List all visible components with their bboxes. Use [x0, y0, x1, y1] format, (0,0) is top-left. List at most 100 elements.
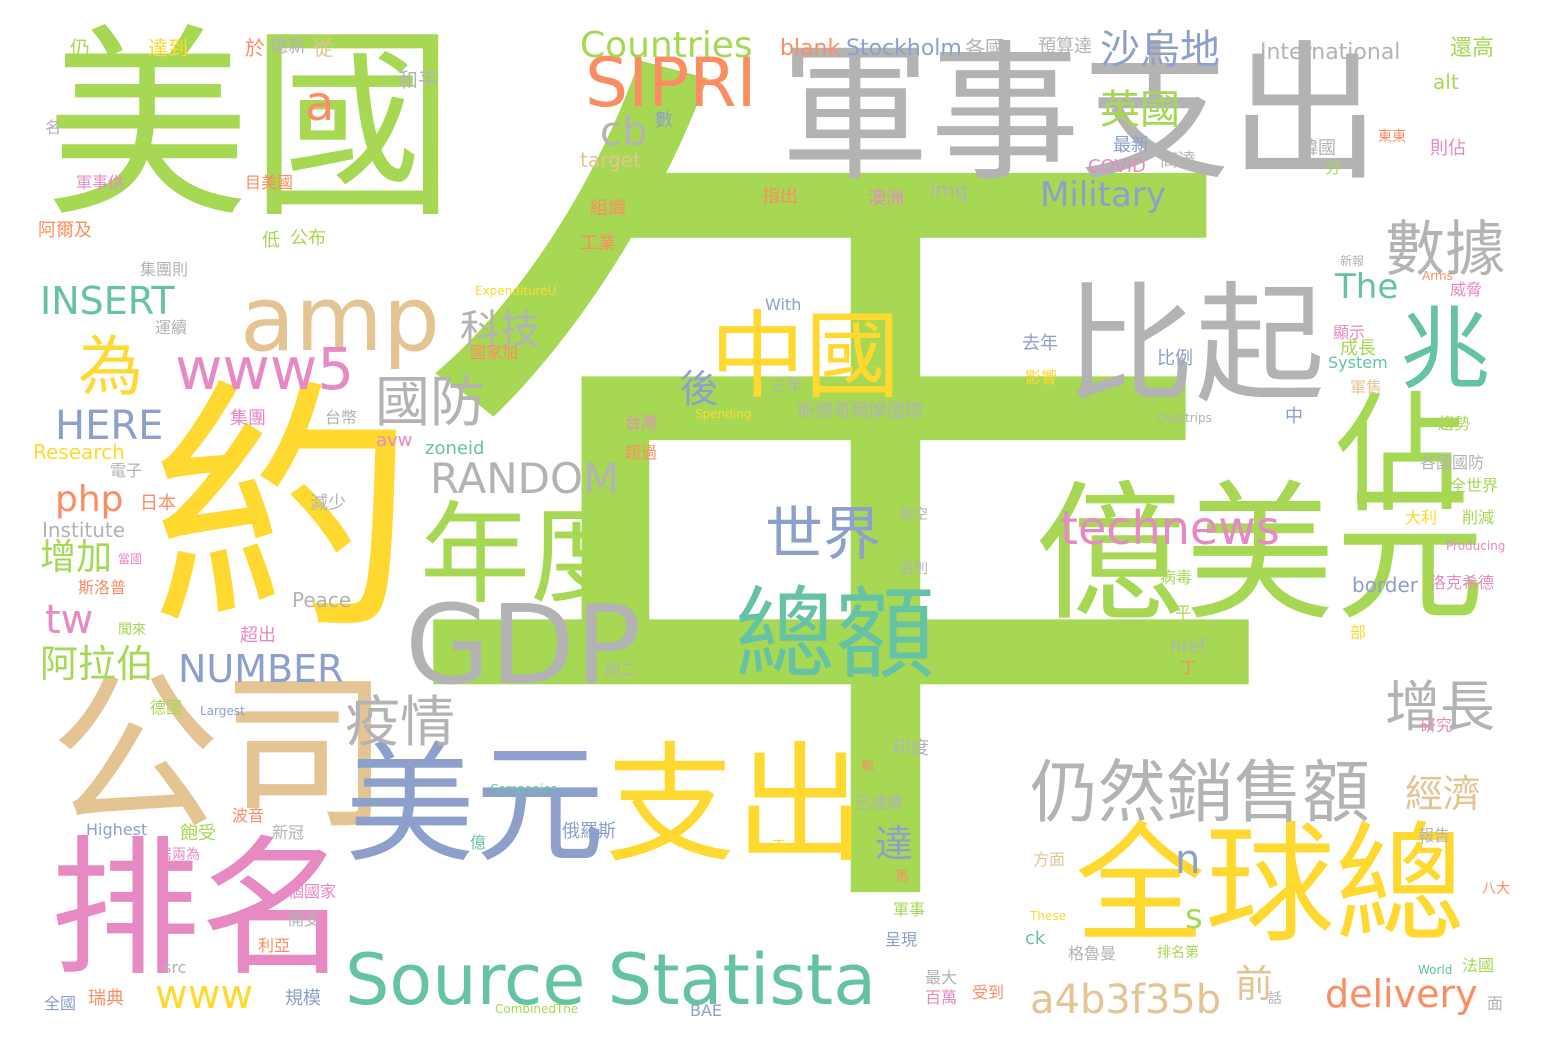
- word-cloud-term: 則佔: [1430, 138, 1466, 159]
- word-cloud-term: 預算達: [1038, 36, 1092, 57]
- word-cloud-term: 印度: [893, 738, 929, 759]
- word-cloud-term: These: [1030, 909, 1066, 923]
- word-cloud-term: NUMBER: [178, 647, 344, 691]
- word-cloud-term: Producing: [1446, 539, 1506, 553]
- word-cloud-term: Peace: [292, 588, 352, 612]
- word-cloud-term: 電子: [110, 461, 143, 480]
- word-cloud-term: 總額: [735, 576, 935, 693]
- word-cloud-term: 削減: [1462, 508, 1495, 527]
- word-cloud-term: 於: [245, 36, 265, 60]
- word-cloud-term: ck: [1025, 928, 1046, 949]
- word-cloud-term: Arms: [1422, 269, 1453, 283]
- word-cloud-term: 新冠: [272, 823, 305, 842]
- word-cloud-term: 集團: [230, 408, 266, 429]
- word-cloud-term: 丁: [1180, 658, 1197, 677]
- word-cloud-term: 各國國防: [1420, 453, 1485, 472]
- word-cloud-term: www5: [175, 335, 355, 403]
- word-cloud-term: 馬: [895, 869, 909, 885]
- word-cloud-term: 從: [313, 36, 333, 60]
- word-cloud-term: 還高: [1450, 36, 1495, 61]
- word-cloud-term: 阿爾及: [38, 220, 92, 241]
- word-cloud-term: border: [1352, 573, 1419, 597]
- word-cloud-term: www: [155, 972, 254, 1018]
- word-cloud-term: 全國: [44, 994, 77, 1013]
- word-cloud-term: 飽受: [180, 823, 216, 844]
- word-cloud-term: 東東: [1378, 129, 1406, 145]
- word-cloud-term: 去年: [1022, 333, 1058, 354]
- word-cloud-term: 航空: [900, 507, 928, 523]
- word-cloud-term: 國防: [375, 370, 486, 434]
- word-cloud-term: 瑞典: [88, 988, 124, 1009]
- word-cloud-term: 集團則: [140, 260, 189, 279]
- word-cloud-term: RANDOM: [430, 454, 620, 503]
- word-cloud-term: Highest: [86, 820, 148, 839]
- word-cloud-term: 三年: [770, 376, 803, 395]
- word-cloud-term: Spending: [695, 407, 752, 421]
- word-cloud-term: 軍事: [893, 900, 926, 919]
- word-cloud-term: 最大: [925, 968, 958, 987]
- word-cloud-term: 大利: [1405, 508, 1438, 527]
- word-cloud-term: 研究: [1420, 716, 1453, 735]
- word-cloud-term: 比起: [1065, 269, 1326, 421]
- word-cloud-term: BAE: [690, 1001, 723, 1020]
- word-cloud-term: 減少: [310, 493, 346, 514]
- word-cloud-term: 部: [1350, 623, 1367, 642]
- word-cloud-term: 澳洲: [868, 188, 904, 209]
- word-cloud-term: avw: [376, 430, 413, 451]
- word-cloud-term: 威脅: [1450, 280, 1483, 299]
- word-cloud-term: 億新: [270, 36, 306, 57]
- word-cloud-term: 波音: [232, 806, 265, 825]
- word-cloud-term: 高達: [1160, 150, 1196, 171]
- word-cloud-term: 格魯曼: [1068, 944, 1117, 963]
- word-cloud-term: target: [580, 148, 641, 172]
- word-cloud-term: 韓國: [1300, 138, 1336, 159]
- word-cloud-term: 呈現: [885, 930, 918, 949]
- word-cloud-term: 受到: [972, 983, 1005, 1002]
- word-cloud-term: 軍售: [1350, 378, 1383, 397]
- word-cloud-term: 目美國: [245, 173, 294, 192]
- word-cloud-term: 趨勢: [1438, 414, 1471, 433]
- word-cloud-term: With: [765, 295, 802, 314]
- word-cloud-term: INSERT: [40, 279, 175, 323]
- word-cloud-term: img: [930, 178, 968, 202]
- word-cloud-term: 居兩為: [158, 847, 200, 863]
- word-cloud-term: 面: [1487, 994, 1504, 1013]
- word-cloud-term: Institute: [42, 518, 126, 542]
- word-cloud-term: 分: [1325, 158, 1342, 177]
- word-cloud-term: 數: [655, 110, 673, 131]
- word-cloud-term: 中國: [710, 302, 901, 412]
- word-cloud-term: 阿拉伯: [40, 642, 155, 686]
- word-cloud-term: Research: [33, 440, 125, 464]
- word-cloud-term: 世界: [765, 500, 882, 568]
- word-cloud-term: 平: [1175, 603, 1192, 622]
- word-cloud-term: blank: [780, 36, 841, 61]
- word-cloud-term: s: [1185, 897, 1203, 937]
- word-cloud-term: 話: [1268, 991, 1282, 1007]
- word-cloud-term: 各國: [965, 36, 1005, 60]
- word-cloud-term: 比例: [1157, 348, 1193, 369]
- word-cloud-term: 沙烏地: [1100, 27, 1220, 73]
- word-cloud-term: 個國家: [288, 882, 337, 901]
- word-cloud-term: 達: [875, 822, 914, 866]
- word-cloud-term: 公布: [290, 228, 326, 249]
- word-cloud-term: 名: [45, 118, 62, 137]
- word-cloud-term: 報告: [1418, 826, 1451, 845]
- word-cloud-term: 億: [470, 833, 487, 852]
- word-cloud-term: Companies: [490, 782, 557, 796]
- word-cloud-term: 方面: [1033, 850, 1066, 869]
- word-cloud-term: 工業: [580, 233, 616, 254]
- word-cloud-term: 全世界: [1450, 476, 1499, 495]
- word-cloud-term: 仍然銷售額: [1030, 754, 1371, 833]
- word-cloud-term: 後: [680, 367, 719, 411]
- word-cloud-term: 低: [262, 230, 280, 251]
- word-cloud-term: CombinedThe: [495, 1002, 579, 1016]
- word-cloud-term: php: [55, 479, 124, 520]
- word-cloud-term: Stockholm: [846, 36, 962, 61]
- word-cloud-term: n: [1175, 837, 1201, 883]
- word-cloud-term: 軍事供: [76, 173, 125, 192]
- word-cloud-term: 干: [772, 839, 786, 855]
- word-cloud-term: 名則: [900, 561, 928, 577]
- word-cloud-term: 斯德哥爾摩國際: [797, 401, 923, 422]
- word-cloud-term: Countries: [580, 25, 753, 66]
- word-cloud-term: Military: [1040, 175, 1166, 215]
